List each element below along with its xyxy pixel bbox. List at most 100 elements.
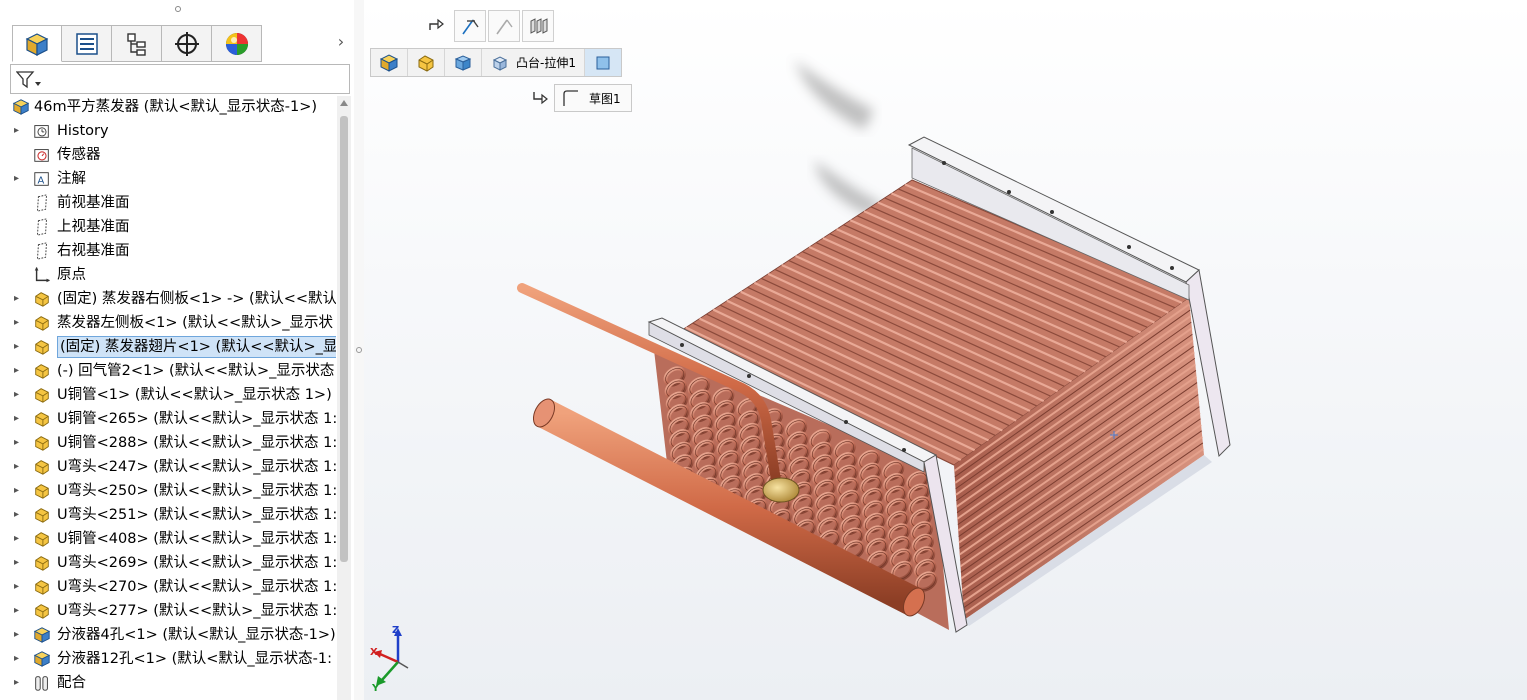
- tree-item[interactable]: ▸ U弯头<269> (默认<<默认>_显示状态 1:: [0, 551, 336, 575]
- dimxpert-tab[interactable]: [162, 25, 212, 62]
- dimension-icon: [462, 19, 479, 35]
- tree-item[interactable]: ▸ 分液器12孔<1> (默认<默认_显示状态-1:: [0, 647, 336, 671]
- tree-item[interactable]: ▸ U弯头<247> (默认<<默认>_显示状态 1:: [0, 455, 336, 479]
- expand-chevron-icon[interactable]: ▸: [14, 389, 24, 401]
- feature-manager-tab[interactable]: [12, 25, 62, 62]
- expand-chevron-icon[interactable]: ▸: [14, 677, 24, 689]
- tree-item[interactable]: ▸ (固定) 蒸发器翅片<1> (默认<<默认>_显: [0, 335, 336, 359]
- configuration-manager-tab[interactable]: [112, 25, 162, 62]
- tree-item[interactable]: ▸ 分液器4孔<1> (默认<默认_显示状态-1>): [0, 623, 336, 647]
- mates-icon: [33, 674, 51, 692]
- tree-item[interactable]: ▸ U弯头<277> (默认<<默认>_显示状态 1:: [0, 599, 336, 623]
- expand-chevron-icon[interactable]: ▸: [14, 437, 24, 449]
- tree-item[interactable]: 右视基准面: [0, 239, 336, 263]
- tree-item[interactable]: ▸ A 注解: [0, 167, 336, 191]
- history-icon: [33, 122, 51, 140]
- tree-item-label: 传感器: [57, 147, 101, 163]
- expand-chevron-icon[interactable]: ▸: [14, 557, 24, 569]
- tree-item[interactable]: ▸ History: [0, 119, 336, 143]
- part-icon: [33, 362, 51, 380]
- expand-chevron-icon[interactable]: ▸: [14, 341, 24, 353]
- display-manager-tab[interactable]: [212, 25, 262, 62]
- tree-item[interactable]: ▸ U铜管<265> (默认<<默认>_显示状态 1:: [0, 407, 336, 431]
- sensor-icon: [33, 146, 51, 164]
- breadcrumb-feature[interactable]: 凸台-拉伸1: [482, 49, 585, 76]
- tabs-more-chevron-icon[interactable]: ›: [333, 32, 349, 52]
- expand-chevron-icon[interactable]: ▸: [14, 125, 24, 137]
- pattern-button[interactable]: [522, 10, 554, 42]
- tree-item-label: 蒸发器左侧板<1> (默认<<默认>_显示状: [57, 315, 333, 331]
- grip-dot-icon: [175, 6, 181, 12]
- expand-chevron-icon[interactable]: ▸: [14, 413, 24, 425]
- annotation-icon: A: [33, 170, 51, 188]
- tree-root[interactable]: 46m平方蒸发器 (默认<默认_显示状态-1>): [0, 95, 336, 119]
- relations-button[interactable]: [488, 10, 520, 42]
- go-back-button[interactable]: [420, 10, 452, 42]
- expand-chevron-icon[interactable]: ▸: [14, 485, 24, 497]
- tree-item[interactable]: ▸ U铜管<1> (默认<<默认>_显示状态 1>): [0, 383, 336, 407]
- expand-chevron-icon[interactable]: ▸: [14, 581, 24, 593]
- expand-chevron-icon[interactable]: ▸: [14, 293, 24, 305]
- tree-item[interactable]: ▸ (固定) 蒸发器右侧板<1> -> (默认<<默认: [0, 287, 336, 311]
- tree-item[interactable]: 上视基准面: [0, 215, 336, 239]
- breadcrumb-feature-label: 凸台-拉伸1: [516, 56, 576, 70]
- expand-chevron-icon[interactable]: ▸: [14, 461, 24, 473]
- property-manager-tab[interactable]: [62, 25, 112, 62]
- origin-icon: [33, 266, 51, 284]
- panel-grip[interactable]: [0, 0, 354, 20]
- splitter-dot-icon: [356, 347, 362, 353]
- smart-dimension-button[interactable]: [454, 10, 486, 42]
- tree-item[interactable]: ▸ 配合: [0, 671, 336, 695]
- tree-item-label: 上视基准面: [57, 219, 130, 235]
- tree-item-label: (固定) 蒸发器右侧板<1> -> (默认<<默认: [57, 291, 336, 307]
- scroll-up-icon[interactable]: [340, 100, 348, 106]
- graphics-area[interactable]: 凸台-拉伸1 草图1 Z X Y: [364, 0, 1527, 700]
- tree-item[interactable]: ▸ U弯头<250> (默认<<默认>_显示状态 1:: [0, 479, 336, 503]
- configuration-manager-icon: [126, 32, 146, 56]
- part-icon: [33, 410, 51, 428]
- breadcrumb-subassembly[interactable]: [408, 49, 445, 76]
- tree-root-label: 46m平方蒸发器 (默认<默认_显示状态-1>): [34, 99, 318, 115]
- breadcrumb-assembly[interactable]: [371, 49, 408, 76]
- expand-chevron-icon[interactable]: ▸: [14, 509, 24, 521]
- sketch-item[interactable]: 草图1: [554, 84, 632, 112]
- expand-chevron-icon[interactable]: ▸: [14, 653, 24, 665]
- assembly-icon: [12, 98, 30, 116]
- reference-triad: Z X Y: [370, 622, 420, 698]
- tree-item[interactable]: ▸ U弯头<270> (默认<<默认>_显示状态 1:: [0, 575, 336, 599]
- expand-chevron-icon[interactable]: ▸: [14, 317, 24, 329]
- tree-item-label: U铜管<265> (默认<<默认>_显示状态 1:: [57, 411, 336, 427]
- breadcrumb: 凸台-拉伸1: [370, 48, 622, 77]
- property-manager-icon: [75, 32, 98, 55]
- expand-chevron-icon[interactable]: ▸: [14, 365, 24, 377]
- tree-item[interactable]: 前视基准面: [0, 191, 336, 215]
- scroll-thumb[interactable]: [340, 116, 348, 562]
- part-icon: [33, 506, 51, 524]
- expand-chevron-icon[interactable]: ▸: [14, 533, 24, 545]
- breadcrumb-part[interactable]: [445, 49, 482, 76]
- tree-item-label: U铜管<408> (默认<<默认>_显示状态 1:: [57, 531, 336, 547]
- assembly-icon: [379, 53, 399, 72]
- manager-tabs: [12, 25, 262, 63]
- tree-item[interactable]: ▸ U铜管<408> (默认<<默认>_显示状态 1:: [0, 527, 336, 551]
- expand-chevron-icon[interactable]: ▸: [14, 605, 24, 617]
- tree-filter[interactable]: [10, 64, 350, 94]
- expand-chevron-icon[interactable]: ▸: [14, 629, 24, 641]
- breadcrumb-face[interactable]: [584, 49, 621, 76]
- tree-item-label: 注解: [57, 171, 86, 187]
- tree-item[interactable]: ▸ U弯头<251> (默认<<默认>_显示状态 1:: [0, 503, 336, 527]
- arrow-return-icon: [533, 92, 548, 105]
- tree-item[interactable]: 传感器: [0, 143, 336, 167]
- tree-item[interactable]: 原点: [0, 263, 336, 287]
- tree-item-label: History: [57, 123, 109, 139]
- tree-item[interactable]: ▸ 蒸发器左侧板<1> (默认<<默认>_显示状: [0, 311, 336, 335]
- tree-item[interactable]: ▸ U铜管<288> (默认<<默认>_显示状态 1:: [0, 431, 336, 455]
- expand-chevron-icon[interactable]: ▸: [14, 173, 24, 185]
- tree-item[interactable]: ▸ (-) 回气管2<1> (默认<<默认>_显示状态: [0, 359, 336, 383]
- tree-item-label: U铜管<1> (默认<<默认>_显示状态 1>): [57, 387, 332, 403]
- panel-splitter[interactable]: [354, 0, 364, 700]
- svg-text:A: A: [38, 176, 45, 187]
- part-icon: [33, 290, 51, 308]
- tree-scrollbar[interactable]: [337, 96, 351, 700]
- relation-icon: [496, 19, 513, 35]
